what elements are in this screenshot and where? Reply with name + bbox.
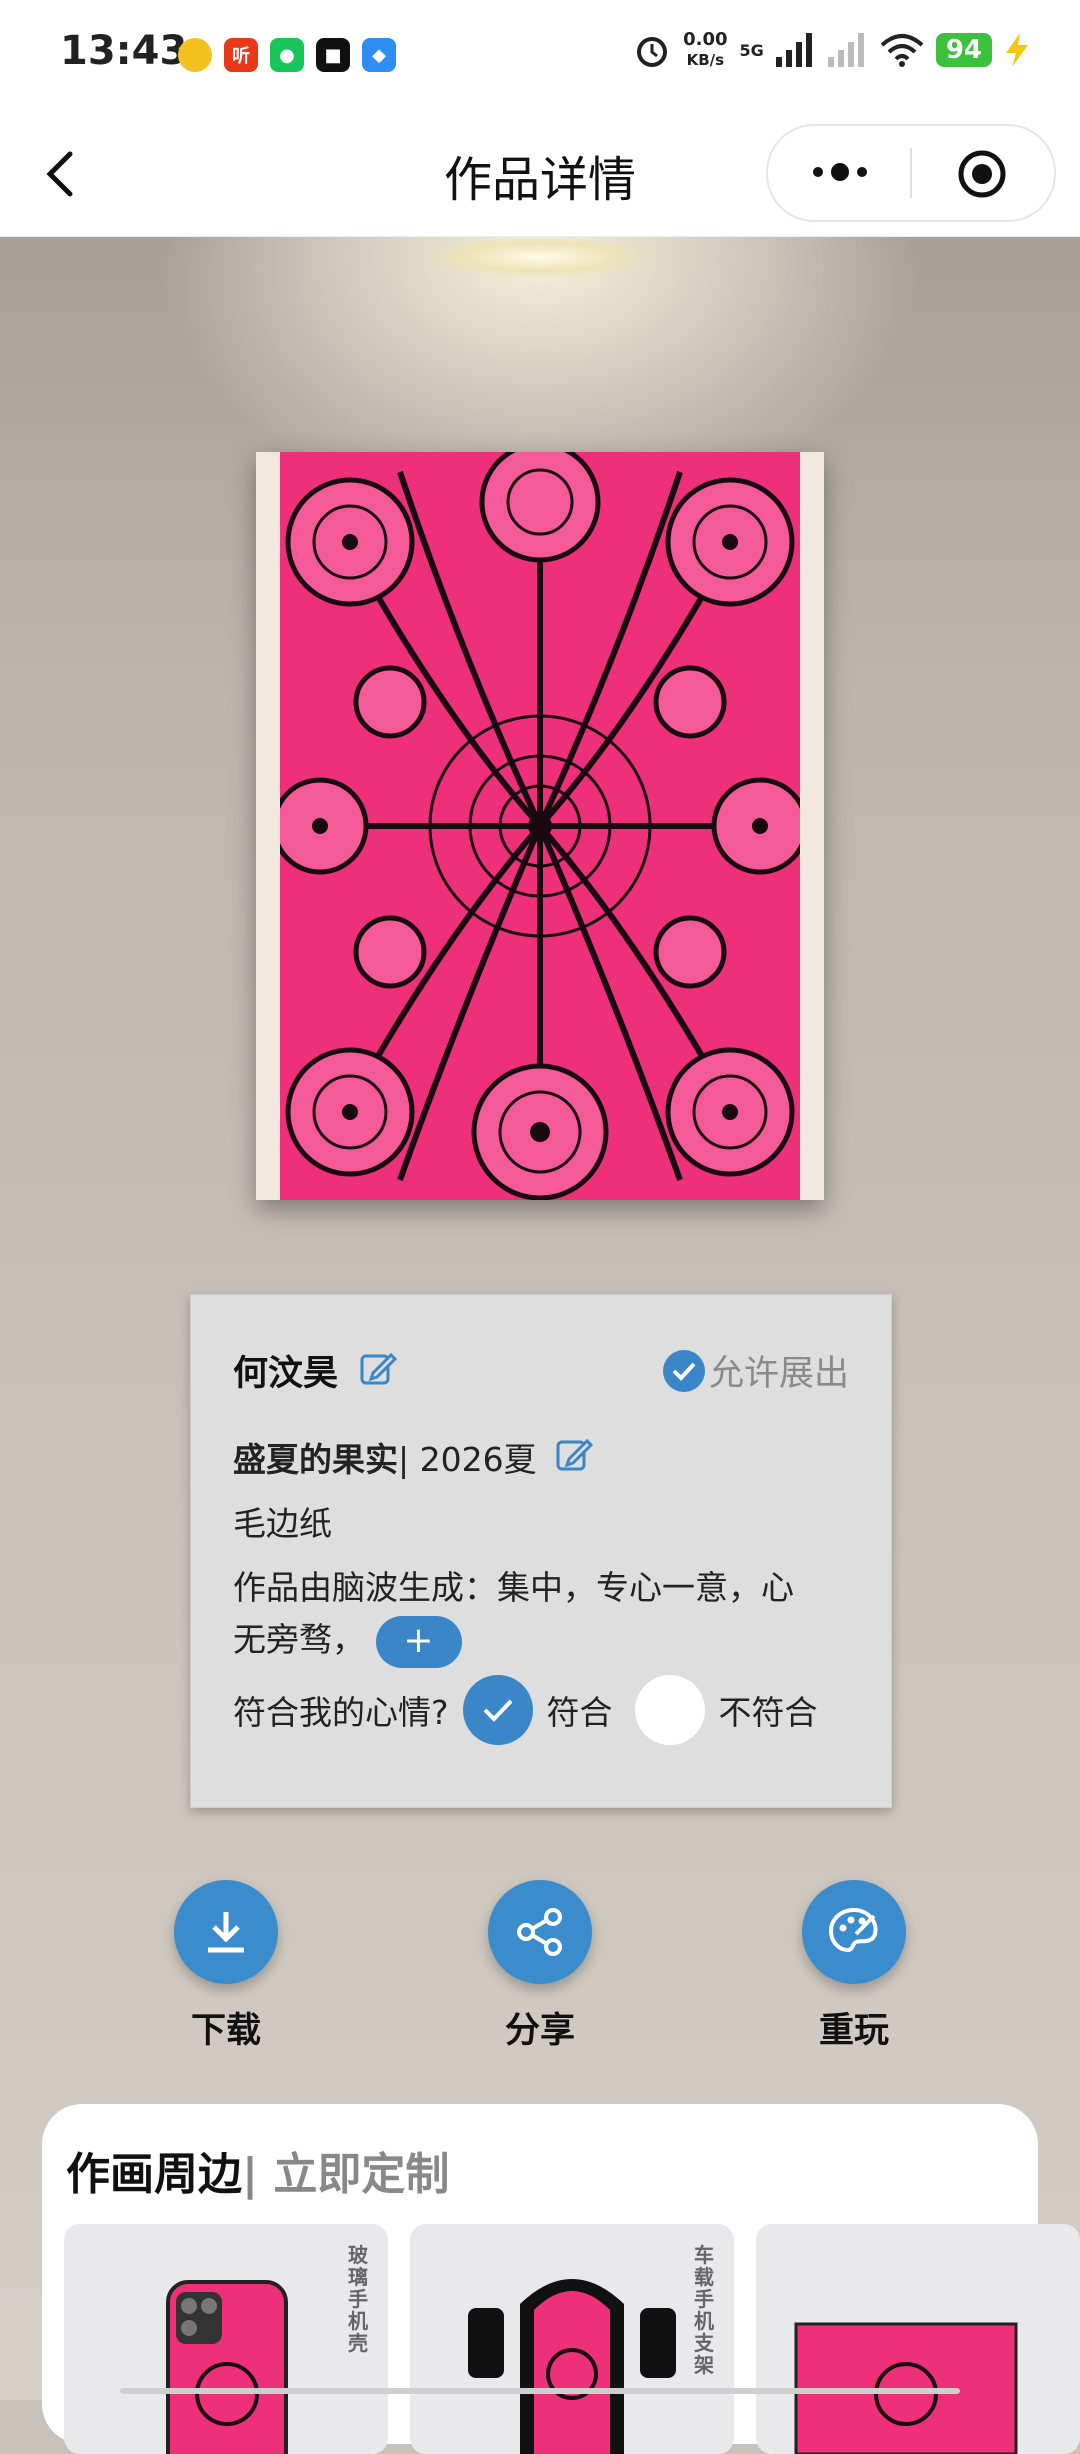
mood-yes-radio[interactable] (462, 1675, 533, 1745)
more-dots-icon[interactable] (808, 156, 872, 188)
network-type: 5G (739, 40, 764, 60)
download-action[interactable]: 下载 (166, 1880, 286, 2053)
add-description-button[interactable]: + (375, 1615, 462, 1668)
mood-match: 符合我的心情? 符合 不符合 (233, 1675, 818, 1745)
charging-icon (1006, 33, 1028, 67)
artwork-season: | 2026夏 (398, 1440, 537, 1479)
signal-weak-icon (827, 33, 864, 67)
notification-icons: 听 ● ■ ◆ (178, 38, 396, 72)
status-bar: 13:43 听 ● ■ ◆ 0.00 KB/s 5G 94 (0, 0, 1080, 110)
product-card[interactable]: 玻璃手机壳 (64, 2224, 388, 2454)
download-button[interactable] (174, 1880, 278, 1984)
system-status: 0.00 KB/s 5G 94 (633, 30, 1030, 70)
app-notification-icon (178, 38, 212, 72)
merch-title: 作画周边| 立即定制 (66, 2149, 450, 2200)
car-phone-holder-image (468, 2279, 676, 2454)
merch-subtitle[interactable]: | 立即定制 (242, 2149, 449, 2200)
app-notification-icon: 听 (224, 38, 258, 72)
download-label: 下载 (190, 2011, 261, 2051)
product-image (794, 2322, 1018, 2454)
net-speed: 0.00 KB/s (683, 29, 728, 70)
capsule-divider (910, 148, 912, 198)
artwork-description-line1: 作品由脑波生成：集中，专心一意，心 (233, 1568, 794, 1607)
ceiling-light (430, 237, 650, 277)
nav-bar: 作品详情 (0, 110, 1080, 237)
product-card[interactable] (756, 2224, 1080, 2454)
share-label: 分享 (504, 2011, 575, 2051)
replay-label: 重玩 (818, 2011, 889, 2051)
edit-artist-icon[interactable] (359, 1349, 397, 1387)
mood-no-radio[interactable] (634, 1675, 705, 1745)
artwork-description-line2: 无旁骛， + (233, 1613, 462, 1668)
replay-button[interactable] (802, 1880, 906, 1984)
app-notification-icon: ◆ (362, 38, 396, 72)
artwork-title: 盛夏的果实 (233, 1440, 398, 1479)
artwork-info-card: 何汶昊 允许展出 盛夏的果实| 2026夏 毛边纸 作品由脑波生成：集中，专心一… (190, 1294, 892, 1808)
mood-yes-label: 符合 (546, 1693, 613, 1732)
paper-type: 毛边纸 (233, 1504, 332, 1543)
share-button[interactable] (488, 1880, 592, 1984)
artwork-frame[interactable] (256, 452, 824, 1200)
replay-action[interactable]: 重玩 (794, 1880, 914, 2053)
battery-level: 94 (935, 33, 992, 67)
product-label: 车载手机支架 (694, 2243, 714, 2377)
artist-name: 何汶昊 (233, 1354, 339, 1394)
allow-exhibit-label: 允许展出 (708, 1354, 849, 1394)
download-icon (208, 1912, 244, 1953)
target-icon[interactable] (956, 148, 1008, 200)
mood-no-label: 不符合 (718, 1693, 818, 1732)
product-label: 玻璃手机壳 (348, 2243, 368, 2355)
mandala-artwork (280, 452, 800, 1200)
check-circle-icon (662, 1349, 705, 1392)
artwork-title-line: 盛夏的果实| 2026夏 (233, 1433, 537, 1481)
share-icon (517, 1908, 562, 1956)
horizontal-scrollbar[interactable] (120, 2388, 960, 2394)
edit-title-icon[interactable] (555, 1435, 593, 1473)
share-action[interactable]: 分享 (480, 1880, 600, 2053)
mood-question: 符合我的心情? (233, 1693, 449, 1732)
miniprogram-capsule (766, 124, 1056, 222)
wechat-icon: ● (270, 38, 304, 72)
status-time: 13:43 (60, 28, 188, 74)
phone-case-image (166, 2280, 288, 2454)
product-card[interactable]: 车载手机支架 (410, 2224, 734, 2454)
check-icon (483, 1699, 512, 1722)
app-notification-icon: ■ (316, 38, 350, 72)
wifi-icon (880, 34, 924, 67)
allow-exhibit-toggle[interactable]: 允许展出 (662, 1345, 849, 1396)
alarm-icon (637, 37, 668, 67)
artwork-image[interactable] (280, 452, 800, 1200)
signal-icon (775, 33, 812, 67)
palette-icon (828, 1907, 878, 1953)
